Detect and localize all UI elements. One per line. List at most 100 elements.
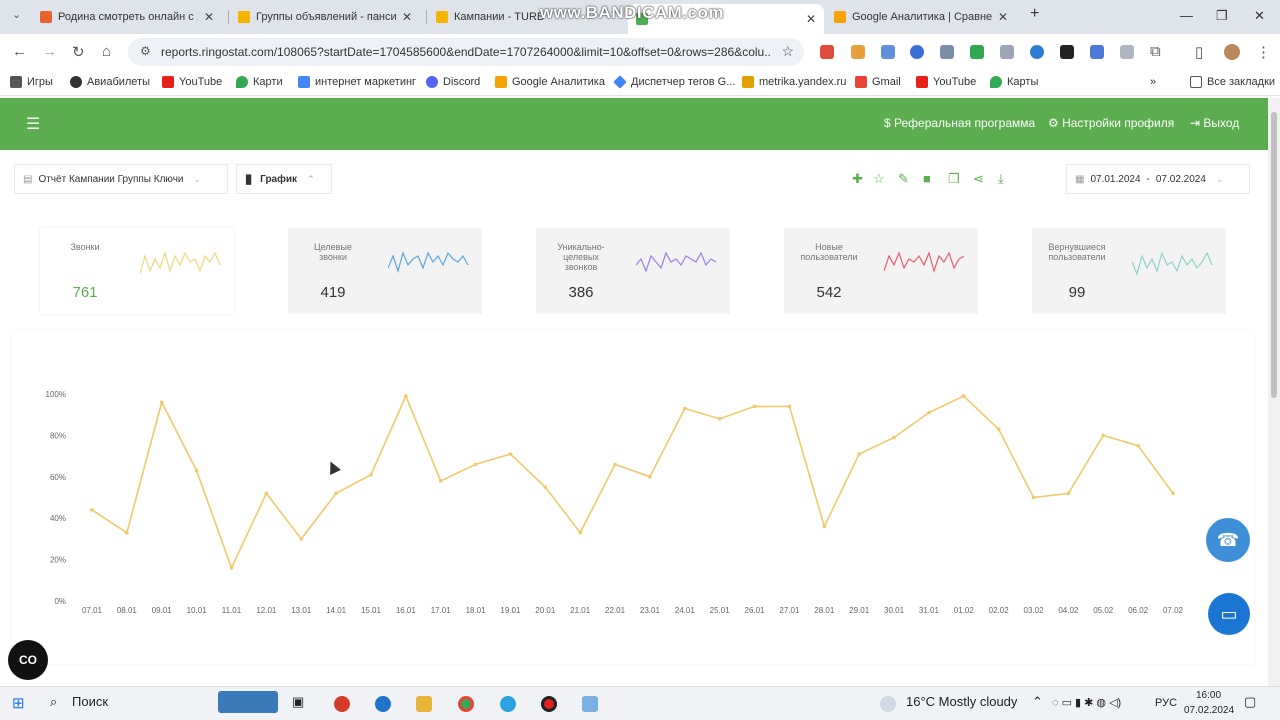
- bookmark-item[interactable]: Игры: [10, 76, 53, 88]
- extension-icon[interactable]: [970, 45, 984, 59]
- data-point[interactable]: [1171, 491, 1175, 496]
- referral-link[interactable]: $ Реферальная программа: [884, 116, 1035, 130]
- data-point[interactable]: [543, 485, 548, 489]
- more-bookmarks-icon[interactable]: »: [1150, 76, 1156, 88]
- data-point[interactable]: [822, 524, 827, 529]
- data-point[interactable]: [857, 452, 861, 456]
- extension-icon[interactable]: [1060, 45, 1074, 59]
- maximize-icon[interactable]: ❐: [1216, 8, 1228, 24]
- data-point[interactable]: [404, 394, 408, 398]
- close-icon[interactable]: ✕: [998, 10, 1008, 24]
- report-select[interactable]: ▤ Отчёт Кампании Группы Ключи ⌄: [14, 164, 228, 194]
- delete-icon[interactable]: ■: [923, 171, 931, 186]
- extension-icon[interactable]: [940, 45, 954, 59]
- add-icon[interactable]: ✚: [852, 171, 863, 187]
- data-point[interactable]: [90, 508, 94, 512]
- browser-tab[interactable]: Google Аналитика | Сравнени ✕: [826, 4, 1016, 30]
- data-point[interactable]: [1066, 491, 1071, 496]
- page-scrollbar[interactable]: [1268, 98, 1280, 686]
- browser-tab[interactable]: Группы объявлений - пансио ✕: [230, 4, 420, 30]
- clock-date[interactable]: 07.02.2024: [1184, 705, 1234, 716]
- language-indicator[interactable]: РУС: [1155, 697, 1177, 709]
- minimize-icon[interactable]: —: [1180, 8, 1193, 23]
- edit-icon[interactable]: ✎: [898, 171, 909, 187]
- download-icon[interactable]: ⤓: [998, 171, 1004, 187]
- all-bookmarks[interactable]: Все закладки: [1190, 76, 1275, 88]
- data-point[interactable]: [229, 566, 234, 570]
- close-window-icon[interactable]: ✕: [1254, 8, 1265, 24]
- data-point[interactable]: [334, 491, 338, 496]
- data-point[interactable]: [438, 479, 443, 483]
- notifications-icon[interactable]: ▢: [1244, 694, 1256, 710]
- data-point[interactable]: [787, 404, 792, 409]
- scrollbar-thumb[interactable]: [1271, 112, 1277, 398]
- explorer-icon[interactable]: [416, 696, 432, 712]
- tray-chevron-icon[interactable]: ⌃: [1032, 694, 1043, 710]
- extensions-puzzle-icon[interactable]: ⧉: [1150, 43, 1161, 60]
- stat-card[interactable]: Новые пользователи 542: [784, 228, 978, 314]
- logout-link[interactable]: ⇥ Выход: [1190, 116, 1239, 130]
- data-point[interactable]: [752, 404, 757, 409]
- task-view-icon[interactable]: ▣: [292, 694, 304, 710]
- hamburger-menu-icon[interactable]: ☰: [26, 114, 40, 134]
- browser-tab[interactable]: Родина смотреть онлайн с 1 п ✕: [32, 4, 222, 30]
- stat-card[interactable]: Уникально-целевых звонков 386: [536, 228, 730, 314]
- app-icon[interactable]: [582, 696, 598, 712]
- search-icon[interactable]: ⌕: [50, 694, 57, 710]
- bookmark-item[interactable]: YouTube: [916, 76, 976, 88]
- view-select[interactable]: ▮ График ⌃: [236, 164, 332, 194]
- extension-icon[interactable]: [820, 45, 834, 59]
- data-point[interactable]: [927, 410, 931, 415]
- clock-time[interactable]: 16:00: [1196, 690, 1221, 701]
- bookmark-star-icon[interactable]: ☆: [781, 43, 794, 60]
- data-point[interactable]: [473, 462, 478, 467]
- forward-icon[interactable]: →: [42, 43, 57, 60]
- date-range-picker[interactable]: ▦ 07.01.2024 - 07.02.2024 ⌄: [1066, 164, 1250, 194]
- windows-start-icon[interactable]: ⊞: [12, 694, 25, 712]
- back-icon[interactable]: ←: [12, 43, 27, 60]
- opera-icon[interactable]: [334, 696, 350, 712]
- extension-icon[interactable]: [910, 45, 924, 59]
- data-point[interactable]: [613, 462, 617, 467]
- bookmark-item[interactable]: Discord: [426, 76, 480, 88]
- extension-icon[interactable]: [881, 45, 895, 59]
- extension-icon[interactable]: [851, 45, 865, 59]
- data-point[interactable]: [1101, 433, 1106, 438]
- data-point[interactable]: [683, 406, 687, 411]
- bookmark-item[interactable]: YouTube: [162, 76, 222, 88]
- data-point[interactable]: [648, 475, 652, 479]
- data-point[interactable]: [508, 452, 513, 456]
- star-icon[interactable]: ☆: [873, 171, 885, 187]
- home-icon[interactable]: ⌂: [102, 43, 111, 60]
- reload-icon[interactable]: ↻: [72, 43, 85, 61]
- bookmark-item[interactable]: интернет маркетинг: [298, 76, 416, 88]
- extension-icon[interactable]: [1030, 45, 1044, 59]
- data-point[interactable]: [194, 468, 199, 473]
- data-point[interactable]: [717, 417, 722, 421]
- data-point[interactable]: [125, 530, 129, 535]
- edge-icon[interactable]: [375, 696, 391, 712]
- bookmark-item[interactable]: Карти: [236, 76, 283, 88]
- weather-text[interactable]: 16°C Mostly cloudy: [906, 694, 1017, 709]
- stat-card[interactable]: Вернувшиеся пользователи 99: [1032, 228, 1226, 314]
- settings-link[interactable]: ⚙ Настройки профиля: [1048, 116, 1174, 130]
- close-icon[interactable]: ✕: [204, 10, 214, 24]
- site-info-icon[interactable]: ⚙: [140, 44, 151, 58]
- share-icon[interactable]: ⋖: [973, 171, 984, 187]
- taskbar-search[interactable]: Поиск: [72, 694, 108, 709]
- profile-avatar[interactable]: [1224, 44, 1240, 60]
- address-bar[interactable]: ⚙ reports.ringostat.com/108065?startDate…: [128, 38, 804, 66]
- sidebar-icon[interactable]: ▯: [1195, 43, 1203, 61]
- bookmark-item[interactable]: Диспетчер тегов G...: [613, 75, 735, 89]
- tray-icons[interactable]: ◌ ▭ ▮ ✱ ◍ ◁): [1052, 696, 1121, 709]
- bookmark-item[interactable]: Google Аналитика: [495, 76, 605, 88]
- extension-icon[interactable]: [1120, 45, 1134, 59]
- data-point[interactable]: [996, 427, 1001, 431]
- translate-icon[interactable]: [1090, 45, 1104, 59]
- data-point[interactable]: [961, 394, 966, 398]
- data-point[interactable]: [369, 472, 373, 477]
- widget-image[interactable]: [218, 691, 278, 713]
- bookmark-item[interactable]: Авиабилеты: [70, 76, 150, 88]
- copy-icon[interactable]: ❐: [948, 171, 960, 187]
- bookmark-item[interactable]: Gmail: [855, 76, 901, 88]
